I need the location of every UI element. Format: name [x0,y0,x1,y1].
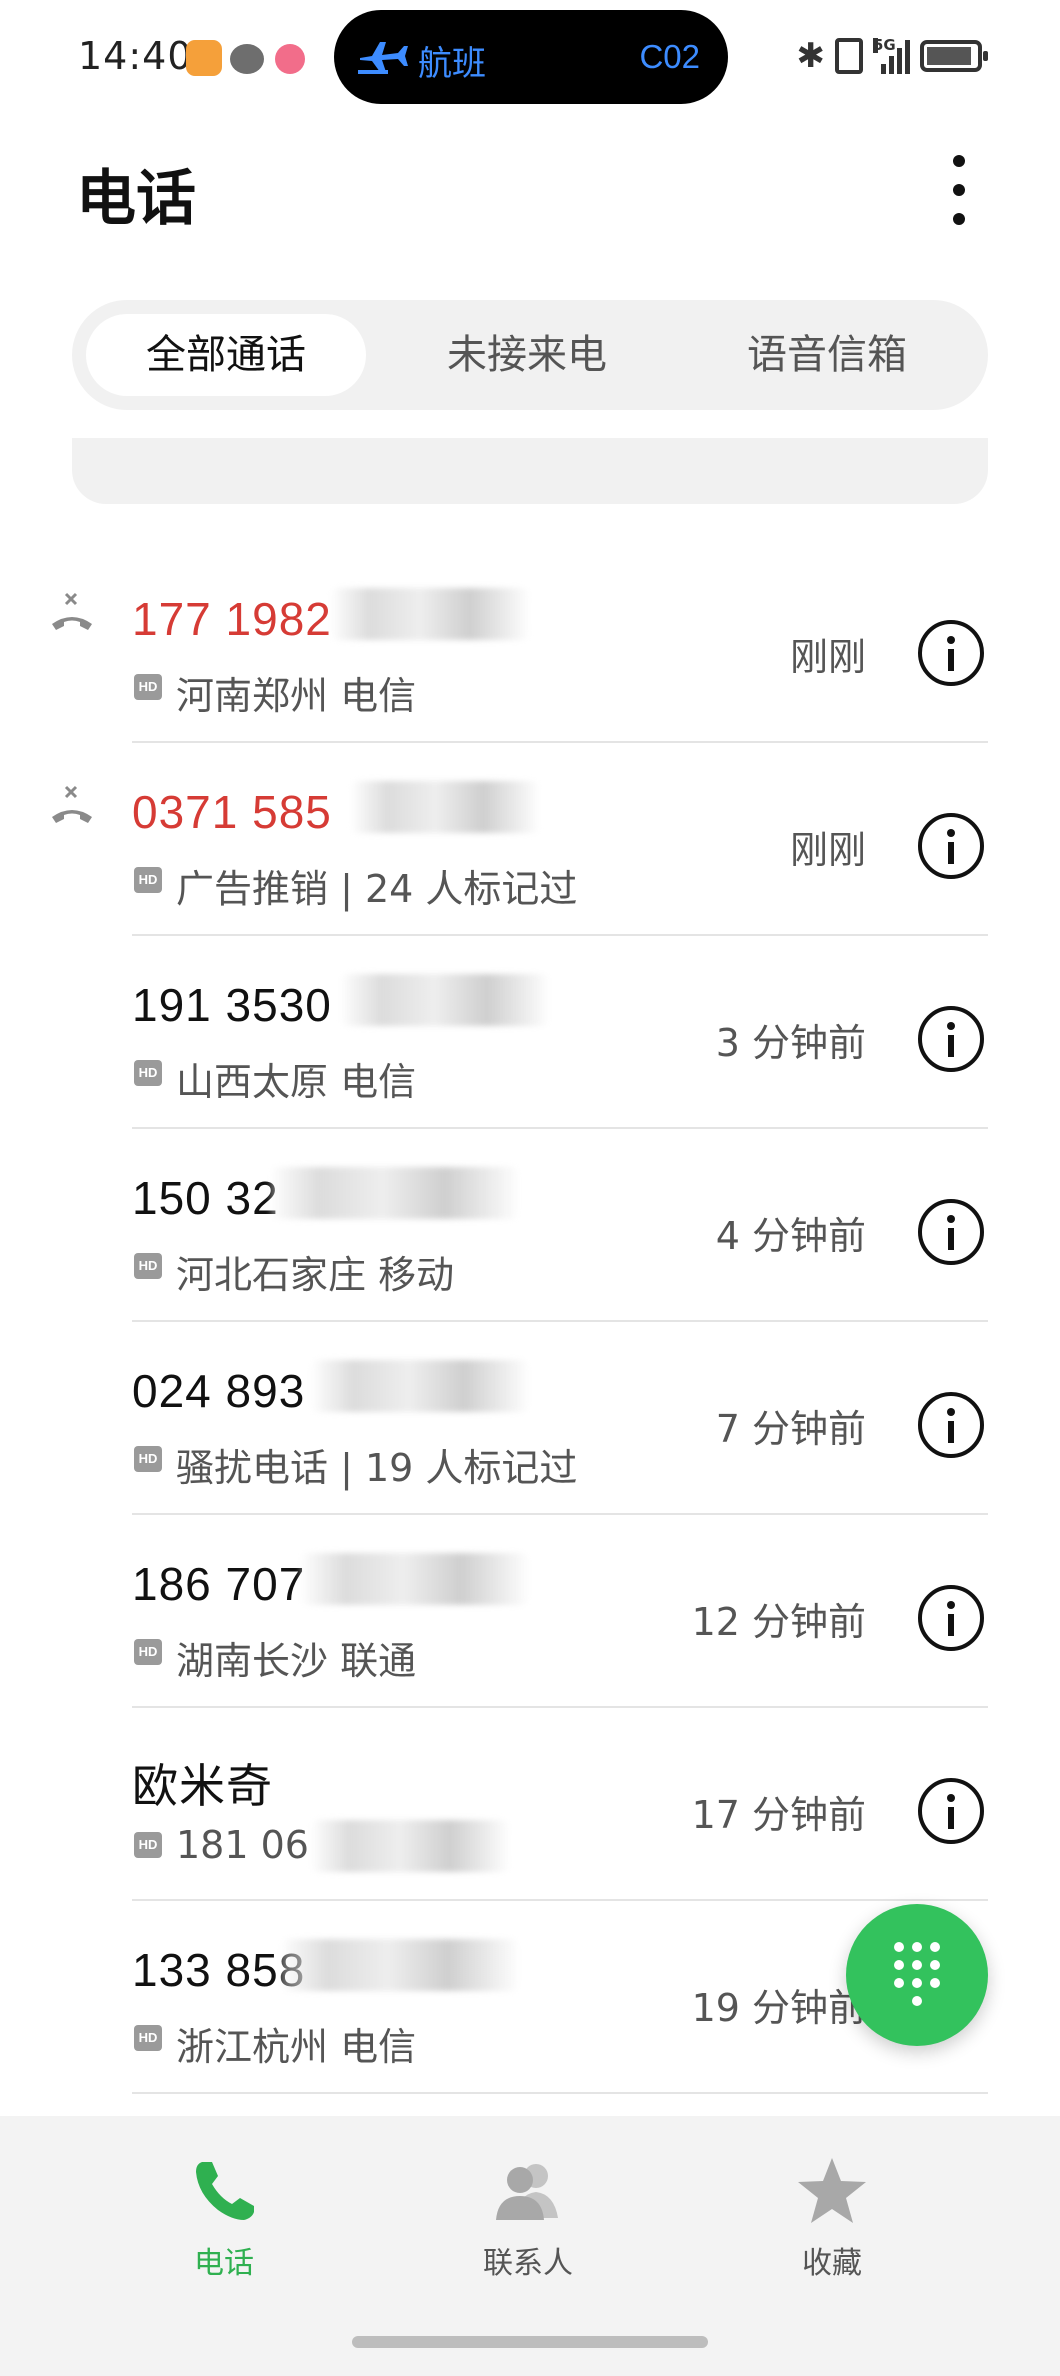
privacy-blur [270,1167,520,1219]
call-time: 12 分钟前 [691,1600,866,1644]
info-icon[interactable] [918,1778,984,1844]
nav-phone[interactable]: 电话 [124,2156,324,2286]
call-time: 7 分钟前 [715,1407,866,1451]
nav-favorites[interactable]: 收藏 [732,2156,932,2286]
more-options-button[interactable] [944,155,974,225]
call-location: 湖南长沙 联通 [176,1639,417,1683]
call-time: 17 分钟前 [691,1793,866,1837]
settings-banner[interactable] [72,438,988,504]
more-dot-icon [953,155,965,167]
tab-voicemail[interactable]: 语音信箱 [682,314,972,396]
hd-badge: HD [134,1446,162,1472]
hd-badge: HD [134,1060,162,1086]
phone-icon [196,2162,254,2220]
nav-label: 电话 [194,2246,254,2281]
call-number: 150 32 [132,1172,279,1224]
hd-badge: HD [134,1639,162,1665]
call-time: 刚刚 [789,828,866,872]
battery-icon [920,40,988,72]
call-location: 山西太原 电信 [176,1060,417,1104]
more-dot-icon [953,184,965,196]
call-location: 河北石家庄 移动 [176,1253,455,1297]
airplane-icon [358,42,408,74]
info-icon[interactable] [918,1006,984,1072]
home-indicator[interactable] [352,2336,708,2348]
info-icon[interactable] [918,813,984,879]
privacy-blur [350,781,540,833]
more-dot-icon [953,213,965,225]
call-row[interactable]: 186 707 HD 湖南长沙 联通 12 分钟前 [0,1515,1060,1708]
privacy-blur [330,588,530,640]
hd-badge: HD [134,867,162,893]
privacy-blur [300,1553,530,1605]
privacy-blur [280,1939,520,1991]
hd-badge: HD [134,1832,162,1858]
privacy-blur [310,1820,510,1872]
call-row[interactable]: 191 3530 HD 山西太原 电信 3 分钟前 [0,936,1060,1129]
info-icon[interactable] [918,1392,984,1458]
hd-badge: HD [134,1253,162,1279]
info-icon[interactable] [918,1199,984,1265]
missed-call-icon [52,592,92,630]
app-notification-icon [186,40,222,76]
call-filter-tabs: 全部通话 未接来电 语音信箱 [72,300,988,410]
page-title: 电话 [76,164,196,234]
info-icon[interactable] [918,1585,984,1651]
tab-missed-calls[interactable]: 未接来电 [382,314,672,396]
hd-badge: HD [134,674,162,700]
call-row[interactable]: 150 32 HD 河北石家庄 移动 4 分钟前 [0,1129,1060,1322]
info-icon[interactable] [918,620,984,686]
bluetooth-icon: ✱ [796,36,826,76]
tab-all-calls[interactable]: 全部通话 [86,314,366,396]
dialpad-icon [894,1942,940,2008]
call-row[interactable]: 0371 585 HD 广告推销 | 24 人标记过 刚刚 [0,743,1060,936]
contacts-icon [496,2164,558,2220]
signal-label: 5G [873,36,896,54]
contact-name: 欧米奇 [132,1760,273,1812]
call-number: 0371 585 [132,786,332,838]
call-location: 河南郑州 电信 [176,674,417,718]
call-number: 024 893 [132,1365,306,1417]
music-icon [275,44,305,74]
flight-live-activity[interactable]: 航班 C02 [334,10,728,104]
nav-label: 联系人 [483,2246,573,2281]
nav-label: 收藏 [802,2246,862,2281]
signal-icon: 5G [873,38,910,74]
call-time: 刚刚 [789,635,866,679]
privacy-blur [340,974,550,1026]
call-time: 19 分钟前 [691,1986,866,2030]
call-row[interactable]: 024 893 HD 骚扰电话 | 19 人标记过 7 分钟前 [0,1322,1060,1515]
call-number: 177 1982 [132,593,332,645]
divider [132,2092,988,2094]
hd-badge: HD [134,2025,162,2051]
call-number: 186 707 [132,1558,306,1610]
wechat-icon [230,44,264,74]
star-icon [798,2158,866,2223]
call-location: 骚扰电话 | 19 人标记过 [176,1446,578,1490]
vibrate-icon [835,38,863,74]
status-bar: 14:40 航班 C02 ✱ 5G [0,0,1060,110]
nav-contacts[interactable]: 联系人 [428,2156,628,2286]
call-location: 浙江杭州 电信 [176,2025,417,2069]
privacy-blur [310,1360,530,1412]
call-time: 4 分钟前 [715,1214,866,1258]
call-row[interactable]: 欧米奇 HD 181 06 17 分钟前 [0,1708,1060,1901]
call-row[interactable]: 177 1982 HD 河南郑州 电信 刚刚 [0,550,1060,743]
status-icons: ✱ 5G [796,34,988,78]
call-number-sub: 181 06 [176,1823,309,1867]
call-time: 3 分钟前 [715,1021,866,1065]
status-time: 14:40 [78,34,193,78]
call-location: 广告推销 | 24 人标记过 [176,867,578,911]
dialpad-button[interactable] [846,1904,988,2046]
flight-label: 航班 [418,44,486,84]
call-number: 191 3530 [132,979,332,1031]
missed-call-icon [52,785,92,823]
flight-gate: C02 [639,38,700,75]
